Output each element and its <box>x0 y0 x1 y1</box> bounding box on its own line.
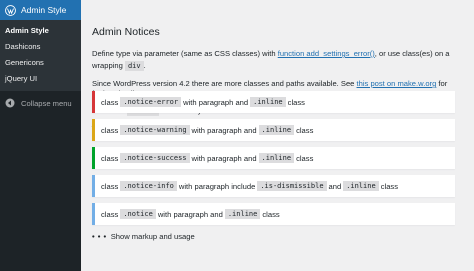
notice-default: class .notice with paragraph and .inline… <box>92 203 455 225</box>
notice-text: class <box>101 97 119 107</box>
notice-class-code: .notice-error <box>120 97 182 107</box>
notice-text: and <box>328 181 342 191</box>
sidebar-item-jquery-ui[interactable]: jQuery UI <box>0 71 81 87</box>
collapse-menu-label: Collapse menu <box>21 98 72 108</box>
inline-class-code: .inline <box>224 209 261 219</box>
notice-text: with paragraph and <box>191 125 257 135</box>
notice-class-code: .notice-warning <box>120 125 190 135</box>
sidebar-item-admin-style[interactable]: Admin Style <box>0 23 81 39</box>
notice-text: class <box>296 153 314 163</box>
inline-class-code: .inline <box>343 181 379 191</box>
collapse-menu-button[interactable]: Collapse menu <box>0 91 81 115</box>
notice-text: class <box>101 153 119 163</box>
notice-text: with paragraph and <box>157 209 223 219</box>
inline-class-code: .inline <box>258 153 295 163</box>
notice-class-code: .notice-success <box>120 153 190 163</box>
inline-class-code: .inline <box>250 97 286 107</box>
notice-text: class <box>101 181 119 191</box>
notice-text: with paragraph and <box>191 153 257 163</box>
notice-text: with paragraph include <box>178 181 256 191</box>
sidebar-header-admin-style[interactable]: Admin Style <box>0 0 81 20</box>
show-markup-label: Show markup and usage <box>110 232 195 241</box>
wordpress-icon <box>5 4 16 16</box>
notice-text: class <box>380 181 399 191</box>
sidebar-item-dashicons[interactable]: Dashicons <box>0 39 81 55</box>
div-code: div <box>124 61 144 71</box>
intro-text: Define type via parameter (same as CSS c… <box>92 49 278 58</box>
add-settings-error-link[interactable]: function add_settings_error() <box>278 49 375 58</box>
sidebar-item-genericons[interactable]: Genericons <box>0 55 81 71</box>
notice-class-code: .notice <box>120 209 156 219</box>
notice-info-dismissible: class .notice-info with paragraph includ… <box>92 175 455 197</box>
notice-text: class <box>262 209 280 219</box>
notice-class-code: .notice-info <box>120 181 177 191</box>
notice-text: class <box>101 209 119 219</box>
page-title: Admin Notices <box>92 26 160 38</box>
sidebar-submenu: Admin Style Dashicons Genericons jQuery … <box>0 20 81 91</box>
intro-paragraph: Define type via parameter (same as CSS c… <box>92 48 455 72</box>
main-content: Admin Notices Define type via parameter … <box>81 0 474 271</box>
notice-success: class .notice-success with paragraph and… <box>92 147 455 169</box>
notice-text: class <box>296 125 314 135</box>
admin-sidebar: Admin Style Admin Style Dashicons Generi… <box>0 0 81 271</box>
notice-text: with paragraph and <box>183 97 249 107</box>
intro-text-3: . <box>143 61 146 70</box>
dismissible-class-code: .is-dismissible <box>257 181 327 191</box>
show-markup-toggle[interactable]: • • • Show markup and usage <box>92 232 195 241</box>
notice-text: class <box>101 125 119 135</box>
notice-error: class .notice-error with paragraph and .… <box>92 91 455 113</box>
version-text: Since WordPress version 4.2 there are mo… <box>92 79 357 88</box>
make-wp-post-link[interactable]: this post on make.w.org <box>357 79 437 88</box>
notice-text: class <box>287 97 305 107</box>
collapse-arrow-icon <box>5 98 15 108</box>
notice-warning: class .notice-warning with paragraph and… <box>92 119 455 141</box>
ellipsis-icon: • • • <box>92 232 107 241</box>
sidebar-header-label: Admin Style <box>21 5 67 15</box>
inline-class-code: .inline <box>258 125 295 135</box>
